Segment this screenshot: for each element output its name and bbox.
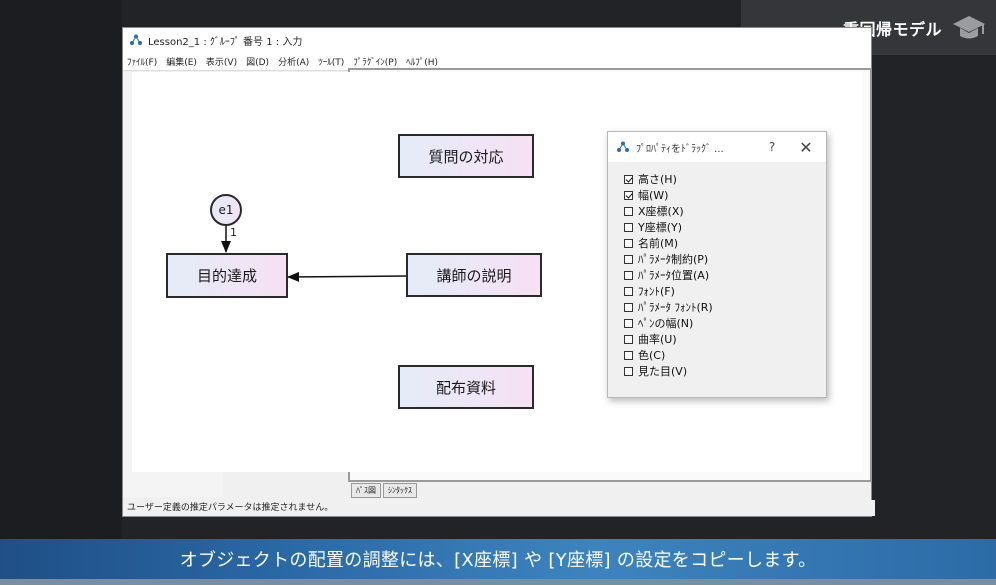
node-instructor-explanation[interactable]: 講師の説明 [406,253,542,297]
option-label: ﾊﾟﾗﾒｰﾀ位置(A) [638,269,710,282]
subtitle-bar: オブジェクトの配置の調整には、[X座標] や [Y座標] の設定をコピーします。 [0,539,996,579]
option-label: ﾊﾟﾗﾒｰﾀ制約(P) [638,253,709,266]
dialog-titlebar[interactable]: ﾌﾟﾛﾊﾟﾃｨをﾄﾞﾗｯｸﾞ ... ? ✕ [608,132,826,162]
checkbox-appearance[interactable] [624,366,633,376]
checkbox-parameter-font[interactable] [624,302,633,312]
option-label: ﾍﾟﾝの幅(N) [638,317,694,330]
dialog-title: ﾌﾟﾛﾊﾟﾃｨをﾄﾞﾗｯｸﾞ ... [636,143,724,155]
app-title: Lesson2_1 : ｸﾞﾙｰﾌﾟ 番号 1 : 入力 [148,36,303,48]
option-parameter-position[interactable]: ﾊﾟﾗﾒｰﾀ位置(A) [624,267,826,283]
left-backdrop [0,0,122,540]
close-button[interactable]: ✕ [786,138,826,157]
option-label: Y座標(Y) [638,221,683,234]
path-weight-label: 1 [230,226,237,239]
checkbox-curvature[interactable] [624,334,633,344]
checkbox-parameter-constraints[interactable] [624,254,633,264]
checkbox-font[interactable] [624,286,633,296]
app-titlebar: Lesson2_1 : ｸﾞﾙｰﾌﾟ 番号 1 : 入力 [123,28,871,52]
tab-syntax[interactable]: ｼﾝﾀｯｸｽ [383,483,417,498]
dialog-options: 高さ(H) 幅(W) X座標(X) Y座標(Y) 名前(M) ﾊﾟﾗﾒｰﾀ制約(… [608,162,826,397]
view-tabs: ﾊﾟｽ図 ｼﾝﾀｯｸｽ [351,483,419,498]
option-x-coordinate[interactable]: X座標(X) [624,203,826,219]
app-logo-icon [616,141,630,153]
status-bar: ユーザー定義の推定パラメータは推定されません。 [123,500,875,516]
app-logo-icon [129,34,143,46]
option-label: ﾊﾟﾗﾒｰﾀ ﾌｫﾝﾄ(R) [638,301,713,314]
menu-diagram[interactable]: 図(D) [246,55,269,68]
menu-file[interactable]: ﾌｧｲﾙ(F) [127,55,157,68]
menu-tools[interactable]: ﾂｰﾙ(T) [318,55,344,68]
option-label: 名前(M) [638,237,679,250]
checkbox-y-coordinate[interactable] [624,222,633,232]
option-curvature[interactable]: 曲率(U) [624,331,826,347]
tab-path-diagram[interactable]: ﾊﾟｽ図 [351,483,381,498]
option-label: X座標(X) [638,205,684,218]
option-label: 高さ(H) [638,173,677,186]
bottom-strip [0,579,996,585]
checkbox-color[interactable] [624,350,633,360]
option-label: 幅(W) [638,189,669,202]
menu-help[interactable]: ﾍﾙﾌﾟ(H) [406,55,438,68]
option-name[interactable]: 名前(M) [624,235,826,251]
arrow-explanation-to-goal [287,271,407,282]
graduation-cap-icon [952,13,986,43]
option-font[interactable]: ﾌｫﾝﾄ(F) [624,283,826,299]
error-variable-e1[interactable]: e1 [210,194,242,226]
node-handout[interactable]: 配布資料 [398,365,534,409]
menu-plugins[interactable]: ﾌﾟﾗｸﾞｲﾝ(P) [353,55,397,68]
drag-properties-dialog: ﾌﾟﾛﾊﾟﾃｨをﾄﾞﾗｯｸﾞ ... ? ✕ 高さ(H) 幅(W) X座標(X)… [607,131,827,398]
node-question-response[interactable]: 質問の対応 [398,134,534,178]
node-goal-achievement[interactable]: 目的達成 [166,253,288,298]
checkbox-pen-width[interactable] [624,318,633,328]
option-label: 色(C) [638,349,666,362]
option-label: 見た目(V) [638,365,688,378]
checkbox-parameter-position[interactable] [624,270,633,280]
checkbox-width[interactable] [624,190,633,200]
checkbox-name[interactable] [624,238,633,248]
checkbox-x-coordinate[interactable] [624,206,633,216]
option-appearance[interactable]: 見た目(V) [624,363,826,379]
checkbox-height[interactable] [624,174,633,184]
option-y-coordinate[interactable]: Y座標(Y) [624,219,826,235]
option-label: ﾌｫﾝﾄ(F) [638,285,675,298]
menu-view[interactable]: 表示(V) [206,55,237,68]
menu-edit[interactable]: 編集(E) [166,55,197,68]
option-pen-width[interactable]: ﾍﾟﾝの幅(N) [624,315,826,331]
option-width[interactable]: 幅(W) [624,187,826,203]
menu-analyze[interactable]: 分析(A) [278,55,309,68]
subtitle-text: オブジェクトの配置の調整には、[X座標] や [Y座標] の設定をコピーします。 [179,550,817,571]
option-parameter-constraints[interactable]: ﾊﾟﾗﾒｰﾀ制約(P) [624,251,826,267]
option-label: 曲率(U) [638,333,677,346]
option-color[interactable]: 色(C) [624,347,826,363]
option-parameter-font[interactable]: ﾊﾟﾗﾒｰﾀ ﾌｫﾝﾄ(R) [624,299,826,315]
help-button[interactable]: ? [758,140,786,154]
option-height[interactable]: 高さ(H) [624,171,826,187]
